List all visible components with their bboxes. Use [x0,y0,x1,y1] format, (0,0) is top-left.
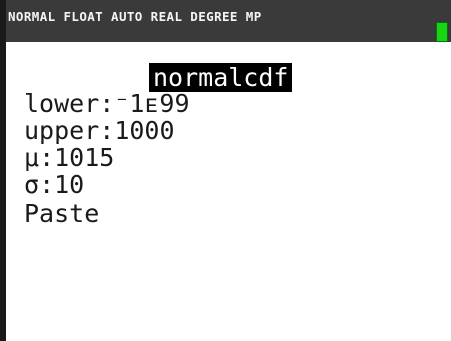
field-lower-label: lower [24,89,100,118]
field-sigma-separator: : [39,170,55,199]
screen-bezel-edge [0,0,6,341]
normalcdf-wizard: normalcdf lower:⁻1ᴇ99 upper:1000 μ:1015 … [24,44,444,334]
wizard-title: normalcdf [149,63,293,92]
field-sigma-value[interactable]: 10 [54,170,84,199]
field-mu-value[interactable]: 1015 [54,143,114,172]
field-lower[interactable]: lower:⁻1ᴇ99 [24,89,190,118]
field-upper[interactable]: upper:1000 [24,116,175,145]
battery-icon [436,22,448,42]
field-sigma[interactable]: σ:10 [24,170,84,199]
field-lower-value[interactable]: ⁻1ᴇ99 [114,89,189,118]
mode-status-text: NORMAL FLOAT AUTO REAL DEGREE MP [8,9,262,24]
field-upper-value[interactable]: 1000 [114,116,174,145]
field-mu-separator: : [39,143,55,172]
field-lower-separator: : [99,89,115,118]
field-upper-separator: : [99,116,115,145]
field-sigma-label: σ [24,170,40,199]
field-mu[interactable]: μ:1015 [24,143,114,172]
calculator-screen: NORMAL FLOAT AUTO REAL DEGREE MP normalc… [0,0,451,341]
paste-option[interactable]: Paste [24,199,99,228]
field-upper-label: upper [24,116,100,145]
status-bar: NORMAL FLOAT AUTO REAL DEGREE MP [6,0,451,42]
field-mu-label: μ [24,143,40,172]
